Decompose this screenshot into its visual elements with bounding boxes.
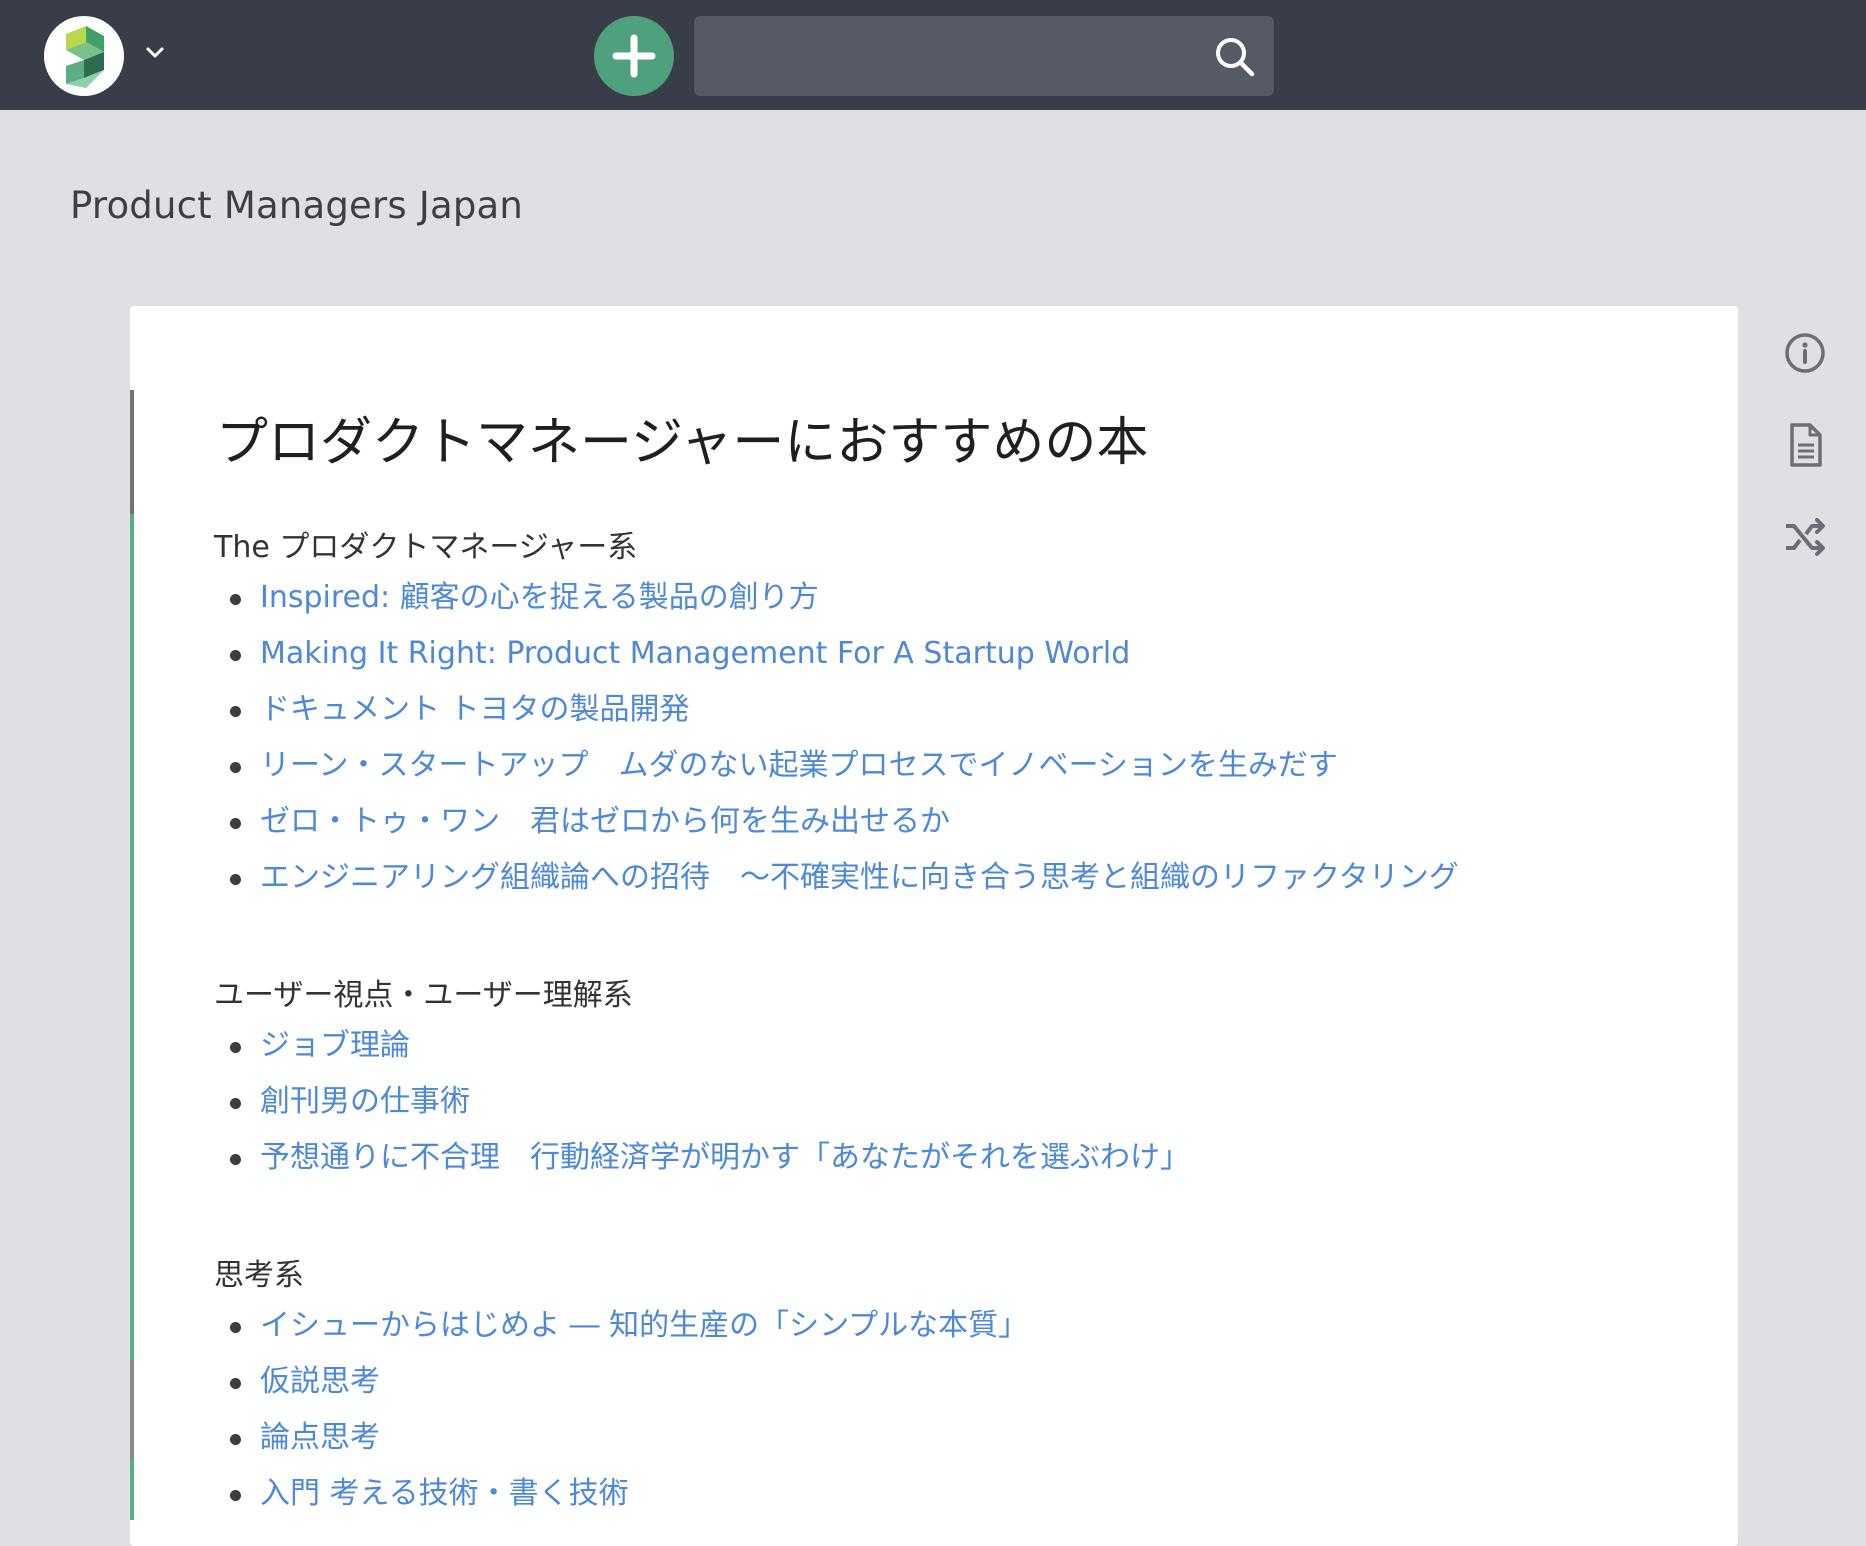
- top-navigation-bar: [0, 0, 1866, 110]
- list-item: ゼロ・トゥ・ワン 君はゼロから何を生み出せるか: [226, 794, 1459, 850]
- app-logo[interactable]: [44, 16, 124, 96]
- book-link[interactable]: 仮説思考: [260, 1364, 380, 1399]
- line-indicator-marker: [130, 390, 134, 514]
- book-link[interactable]: 入門 考える技術・書く技術: [260, 1476, 629, 1511]
- book-link[interactable]: イシューからはじめよ ― 知的生産の「シンプルな本質」: [260, 1308, 1028, 1343]
- document-icon: [1790, 423, 1822, 467]
- list-item: リーン・スタートアップ ムダのない起業プロセスでイノベーションを生みだす: [226, 738, 1459, 794]
- line-indicator-marker: [130, 1360, 134, 1460]
- page-title[interactable]: プロダクトマネージャーにおすすめの本: [216, 400, 1148, 475]
- project-name[interactable]: Product Managers Japan: [70, 184, 523, 227]
- book-link[interactable]: ジョブ理論: [260, 1028, 410, 1063]
- book-link[interactable]: ゼロ・トゥ・ワン 君はゼロから何を生み出せるか: [260, 804, 950, 839]
- book-link[interactable]: 予想通りに不合理 行動経済学が明かす「あなたがそれを選ぶわけ」: [260, 1140, 1190, 1175]
- project-menu-toggle[interactable]: [140, 38, 170, 68]
- book-link[interactable]: Inspired: 顧客の心を捉える製品の創り方: [260, 580, 819, 615]
- section-heading[interactable]: The プロダクトマネージャー系: [214, 522, 637, 566]
- list-item: 仮説思考: [226, 1354, 1028, 1410]
- book-list: Inspired: 顧客の心を捉える製品の創り方 Making It Right…: [226, 570, 1459, 906]
- list-item: 論点思考: [226, 1410, 1028, 1466]
- search-box[interactable]: [694, 16, 1274, 96]
- list-item: 予想通りに不合理 行動経済学が明かす「あなたがそれを選ぶわけ」: [226, 1130, 1190, 1186]
- shuffle-icon: [1786, 518, 1825, 556]
- list-item: ドキュメント トヨタの製品開発: [226, 682, 1459, 738]
- list-item: イシューからはじめよ ― 知的生産の「シンプルな本質」: [226, 1298, 1028, 1354]
- book-list: ジョブ理論 創刊男の仕事術 予想通りに不合理 行動経済学が明かす「あなたがそれを…: [226, 1018, 1190, 1186]
- book-link[interactable]: 創刊男の仕事術: [260, 1084, 470, 1119]
- list-item: 創刊男の仕事術: [226, 1074, 1190, 1130]
- info-icon: [1785, 333, 1825, 373]
- page-info-button[interactable]: [1780, 328, 1830, 378]
- list-item: 入門 考える技術・書く技術: [226, 1466, 1028, 1522]
- book-list: イシューからはじめよ ― 知的生産の「シンプルな本質」 仮説思考 論点思考 入門…: [226, 1298, 1028, 1522]
- book-link[interactable]: エンジニアリング組織論への招待 ～不確実性に向き合う思考と組織のリファクタリング: [260, 860, 1459, 895]
- book-link[interactable]: Making It Right: Product Management For …: [260, 636, 1130, 671]
- section-heading[interactable]: 思考系: [214, 1250, 304, 1294]
- list-item: エンジニアリング組織論への招待 ～不確実性に向き合う思考と組織のリファクタリング: [226, 850, 1459, 906]
- search-icon[interactable]: [1212, 34, 1258, 80]
- plus-icon: [612, 34, 656, 78]
- book-link[interactable]: ドキュメント トヨタの製品開発: [260, 692, 690, 727]
- new-page-button[interactable]: [594, 16, 674, 96]
- scrapbox-logo-icon: [66, 26, 104, 88]
- list-item: ジョブ理論: [226, 1018, 1190, 1074]
- random-page-button[interactable]: [1780, 512, 1830, 562]
- section-heading[interactable]: ユーザー視点・ユーザー理解系: [214, 970, 633, 1014]
- list-item: Making It Right: Product Management For …: [226, 626, 1459, 682]
- list-item: Inspired: 顧客の心を捉える製品の創り方: [226, 570, 1459, 626]
- page-text-button[interactable]: [1780, 420, 1830, 470]
- book-link[interactable]: リーン・スタートアップ ムダのない起業プロセスでイノベーションを生みだす: [260, 748, 1338, 783]
- search-input[interactable]: [708, 30, 1192, 84]
- line-indicator-bar: [130, 390, 134, 1520]
- chevron-down-icon: [146, 47, 164, 58]
- book-link[interactable]: 論点思考: [260, 1420, 380, 1455]
